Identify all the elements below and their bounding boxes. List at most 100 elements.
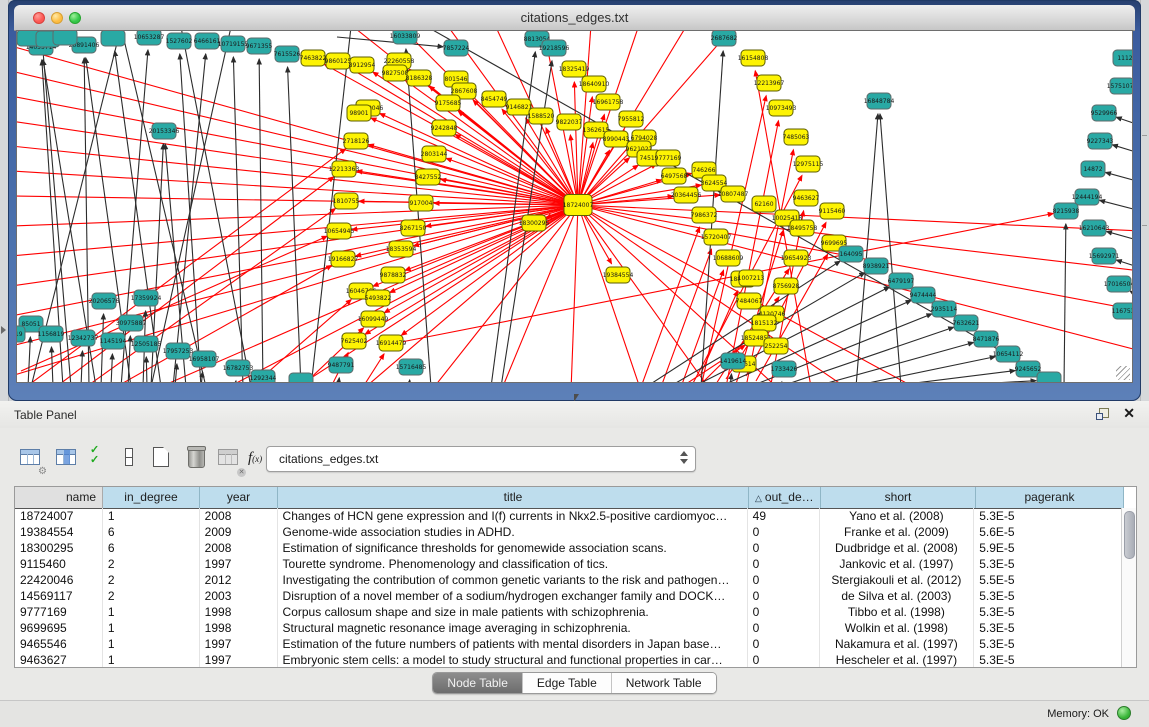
column-header-year[interactable]: year: [200, 487, 278, 508]
table-cell[interactable]: 5.3E-5: [974, 652, 1122, 667]
table-cell[interactable]: 2003: [200, 588, 278, 604]
table-cell[interactable]: Tibbo et al. (1998): [820, 604, 975, 620]
network-node[interactable]: 12342737: [68, 330, 99, 346]
table-mode-button[interactable]: ⚙: [18, 445, 44, 473]
network-node[interactable]: 30975887: [116, 315, 147, 331]
table-cell[interactable]: Changes of HCN gene expression and I(f) …: [278, 508, 748, 524]
network-node[interactable]: 7485063: [783, 129, 810, 145]
network-node[interactable]: 9860125: [325, 53, 352, 69]
network-node[interactable]: 10654945: [324, 223, 355, 239]
network-node[interactable]: 164095: [839, 246, 863, 262]
table-cell[interactable]: 2: [103, 588, 200, 604]
network-node[interactable]: 19384554: [603, 267, 634, 283]
network-node[interactable]: 10688609: [713, 250, 744, 266]
window-resize-grip[interactable]: [1116, 366, 1130, 380]
network-node[interactable]: 20364456: [671, 187, 702, 203]
network-node[interactable]: 12213967: [754, 75, 785, 91]
table-cell[interactable]: 0: [748, 556, 820, 572]
network-node[interactable]: 1007213: [738, 270, 765, 286]
table-cell[interactable]: Embryonic stem cells: a model to study s…: [278, 652, 748, 667]
table-cell[interactable]: 5.3E-5: [974, 604, 1122, 620]
table-cell[interactable]: 18300295: [15, 540, 103, 556]
network-node[interactable]: 62160: [752, 196, 776, 212]
network-node[interactable]: 17359924: [131, 290, 162, 306]
table-cell[interactable]: 2008: [200, 508, 278, 524]
network-node[interactable]: 16099449: [358, 311, 389, 327]
network-node[interactable]: 7625402: [341, 333, 368, 349]
table-cell[interactable]: 0: [748, 604, 820, 620]
network-node[interactable]: 19218596: [539, 40, 570, 56]
network-node[interactable]: 10654112: [993, 346, 1024, 362]
network-node[interactable]: 1733426: [771, 361, 798, 377]
table-cell[interactable]: 1: [103, 508, 200, 524]
select-all-button[interactable]: ✓✓: [90, 445, 116, 473]
table-cell[interactable]: Dudbridge et al. (2008): [820, 540, 975, 556]
tab-node-table[interactable]: Node Table: [433, 673, 523, 693]
table-cell[interactable]: 0: [748, 636, 820, 652]
table-row[interactable]: 1872400712008Changes of HCN gene express…: [15, 508, 1122, 524]
network-node[interactable]: 15751074: [1107, 78, 1133, 94]
table-cell[interactable]: 0: [748, 652, 820, 667]
network-node[interactable]: 9822037: [556, 114, 583, 130]
network-node[interactable]: 1292344: [250, 370, 277, 383]
network-node[interactable]: 18724007: [563, 195, 594, 216]
network-node[interactable]: 6466161: [194, 33, 221, 49]
network-node[interactable]: 9242848: [431, 120, 458, 136]
network-node[interactable]: 12975115: [793, 156, 824, 172]
network-node[interactable]: 16154808: [738, 50, 769, 66]
scrollbar-thumb[interactable]: [1124, 511, 1135, 559]
show-columns-button[interactable]: [54, 445, 80, 473]
network-node[interactable]: 18300295: [519, 215, 550, 231]
expand-left-panel-icon[interactable]: [1, 326, 6, 334]
table-cell[interactable]: 5.5E-5: [974, 572, 1122, 588]
network-node[interactable]: 8912954: [349, 57, 376, 73]
table-row[interactable]: 2242004622012Investigating the contribut…: [15, 572, 1122, 588]
table-cell[interactable]: 0: [748, 524, 820, 540]
table-cell[interactable]: 2: [103, 556, 200, 572]
table-cell[interactable]: 2: [103, 572, 200, 588]
float-panel-button[interactable]: [1096, 408, 1109, 420]
delete-entries-button[interactable]: [184, 445, 210, 473]
network-node[interactable]: [53, 31, 77, 45]
table-row[interactable]: 946554611997Estimation of the future num…: [15, 636, 1122, 652]
table-cell[interactable]: 2012: [200, 572, 278, 588]
network-node[interactable]: 1815132: [751, 315, 778, 331]
network-node[interactable]: 18325419: [559, 61, 590, 77]
network-node[interactable]: 16958107: [189, 351, 220, 367]
table-cell[interactable]: 2009: [200, 524, 278, 540]
network-node[interactable]: 16914479: [376, 335, 407, 351]
network-node[interactable]: 1112: [1113, 50, 1133, 66]
table-cell[interactable]: Tourette syndrome. Phenomenology and cla…: [278, 556, 748, 572]
network-node[interactable]: 9175685: [435, 95, 462, 111]
table-cell[interactable]: 2008: [200, 540, 278, 556]
network-node[interactable]: 8267150: [400, 220, 427, 236]
row-options-button[interactable]: [118, 445, 144, 473]
table-cell[interactable]: 9465546: [15, 636, 103, 652]
network-node[interactable]: 10719155: [218, 36, 249, 52]
table-row[interactable]: 969969511998Structural magnetic resonanc…: [15, 620, 1122, 636]
table-cell[interactable]: 49: [748, 508, 820, 524]
network-node[interactable]: 10653287: [134, 31, 165, 45]
network-node[interactable]: 39119: [17, 326, 25, 342]
table-cell[interactable]: de Silva et al. (2003): [820, 588, 975, 604]
table-cell[interactable]: 1997: [200, 636, 278, 652]
table-cell[interactable]: 0: [748, 588, 820, 604]
network-node[interactable]: [1037, 372, 1061, 383]
table-selector-dropdown[interactable]: citations_edges.txt: [266, 446, 696, 472]
network-node[interactable]: 2803144: [421, 146, 448, 162]
network-node[interactable]: 1156819: [38, 326, 65, 342]
network-node[interactable]: 8938921: [863, 258, 890, 274]
network-node[interactable]: 16210643: [1079, 220, 1110, 236]
table-cell[interactable]: 1: [103, 604, 200, 620]
table-cell[interactable]: 22420046: [15, 572, 103, 588]
table-cell[interactable]: 14569117: [15, 588, 103, 604]
table-cell[interactable]: Wolkin et al. (1998): [820, 620, 975, 636]
network-view-window[interactable]: citations_edges.txt 18724007183002951938…: [8, 0, 1141, 401]
network-node[interactable]: 12213363: [329, 161, 360, 177]
network-node[interactable]: 9115460: [819, 203, 846, 219]
table-cell[interactable]: Investigating the contribution of common…: [278, 572, 748, 588]
network-node[interactable]: 12505185: [131, 336, 162, 352]
network-node[interactable]: 98901: [347, 105, 371, 121]
network-node[interactable]: 19654923: [781, 250, 812, 266]
tab-network-table[interactable]: Network Table: [612, 673, 716, 693]
